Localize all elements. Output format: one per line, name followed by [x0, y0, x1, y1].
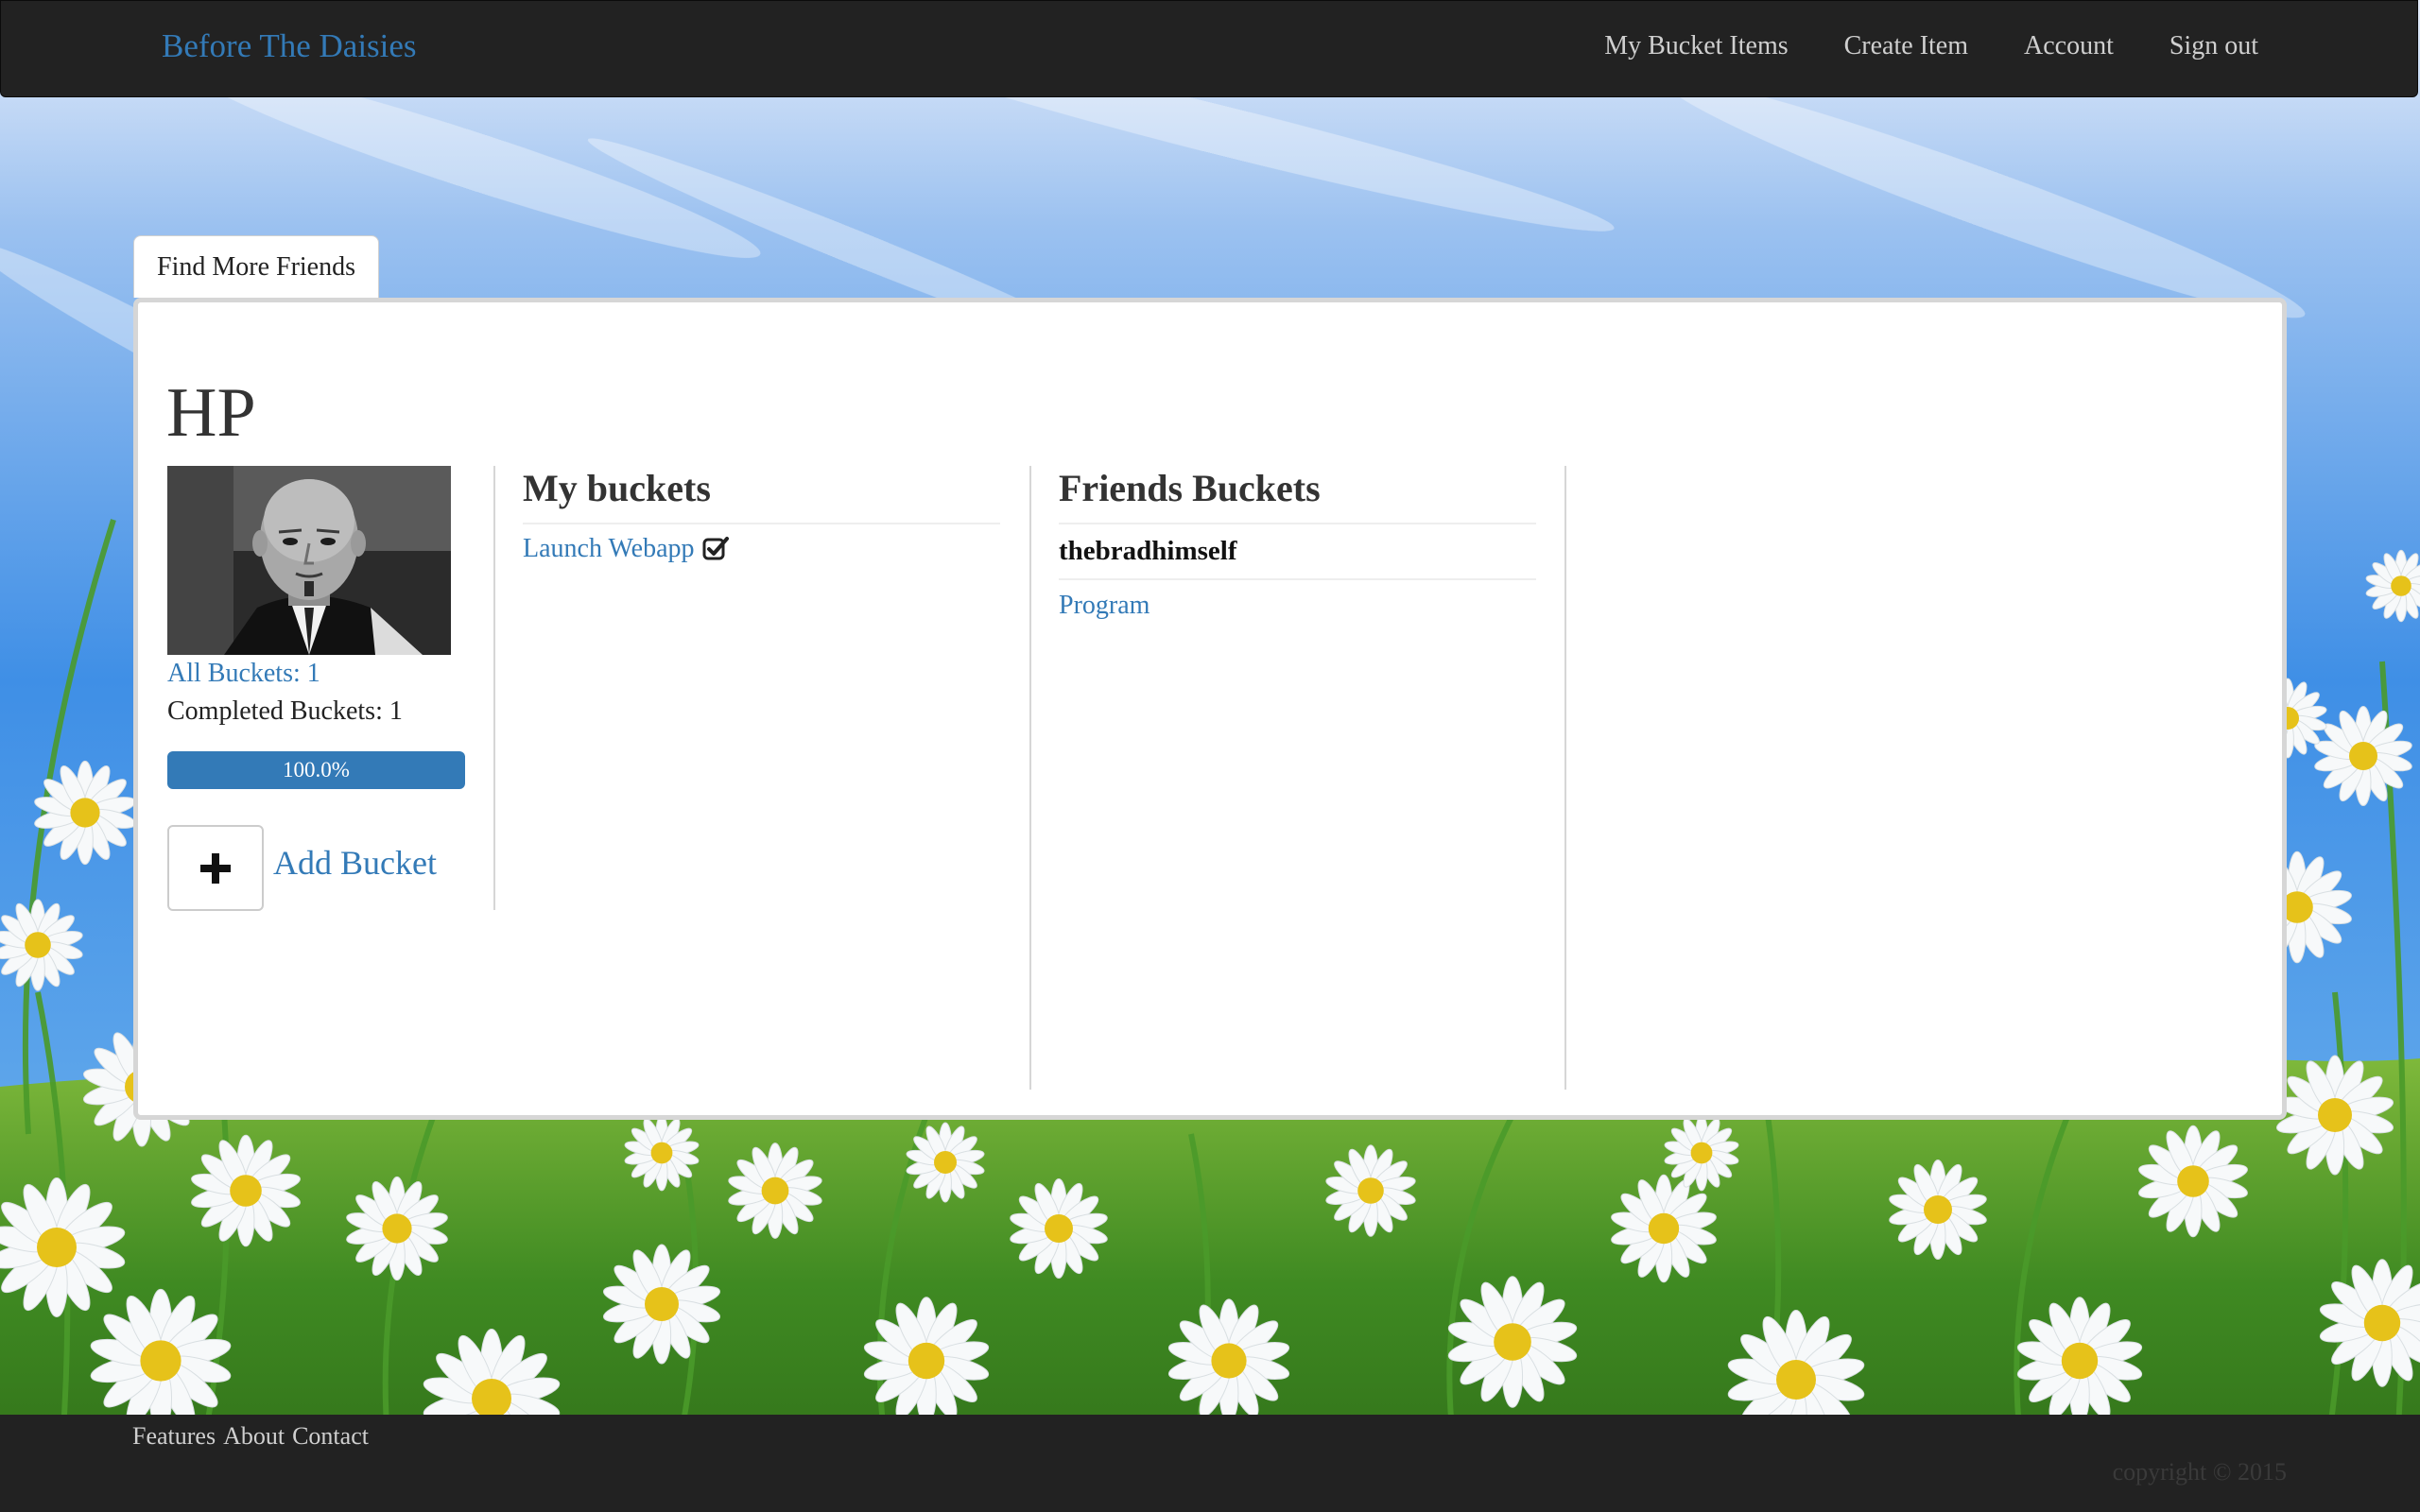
nav-links: My Bucket Items Create Item Account Sign… [1604, 31, 2258, 61]
my-bucket-item: Launch Webapp [523, 534, 729, 564]
all-buckets-link[interactable]: All Buckets: 1 [167, 659, 320, 689]
nav-sign-out[interactable]: Sign out [2169, 31, 2258, 61]
completed-buckets-text: Completed Buckets: 1 [167, 696, 403, 726]
column-divider [1029, 466, 1031, 1090]
user-name-heading: HP [166, 374, 256, 452]
heading-rule [1059, 523, 1536, 524]
top-navbar: Before The Daisies My Bucket Items Creat… [0, 0, 2418, 97]
friend-username: thebradhimself [1059, 536, 1237, 566]
nav-create-item[interactable]: Create Item [1844, 31, 1968, 61]
column-divider [1564, 466, 1566, 1090]
my-buckets-heading: My buckets [523, 467, 711, 509]
copyright-text: copyright © 2015 [2112, 1458, 2287, 1486]
friend-rule [1059, 578, 1536, 580]
nav-my-bucket-items[interactable]: My Bucket Items [1604, 31, 1788, 61]
check-square-icon [702, 537, 729, 560]
find-more-friends-button[interactable]: Find More Friends [133, 235, 379, 298]
nav-account[interactable]: Account [2024, 31, 2114, 61]
avatar-portrait [167, 466, 451, 655]
add-bucket-link[interactable]: Add Bucket [273, 843, 437, 883]
my-bucket-item-link[interactable]: Launch Webapp [523, 534, 695, 564]
footer-features-link[interactable]: Features [132, 1422, 216, 1451]
add-bucket-button[interactable] [167, 825, 264, 911]
friend-bucket-item-link[interactable]: Program [1059, 591, 1150, 621]
heading-rule [523, 523, 1000, 524]
plus-icon [200, 852, 231, 884]
footer: Features About Contact copyright © 2015 [0, 1415, 2420, 1512]
completion-progress-bar: 100.0% [167, 751, 465, 789]
footer-links: Features About Contact [132, 1422, 369, 1451]
column-divider [493, 466, 495, 910]
brand-link[interactable]: Before The Daisies [162, 27, 417, 65]
profile-panel: HP All Buckets: 1 Completed Buckets: 1 1… [133, 298, 2287, 1120]
completion-progress: 100.0% [167, 751, 465, 789]
friends-buckets-heading: Friends Buckets [1059, 467, 1321, 509]
footer-contact-link[interactable]: Contact [292, 1422, 369, 1451]
footer-about-link[interactable]: About [223, 1422, 285, 1451]
avatar [167, 466, 451, 655]
